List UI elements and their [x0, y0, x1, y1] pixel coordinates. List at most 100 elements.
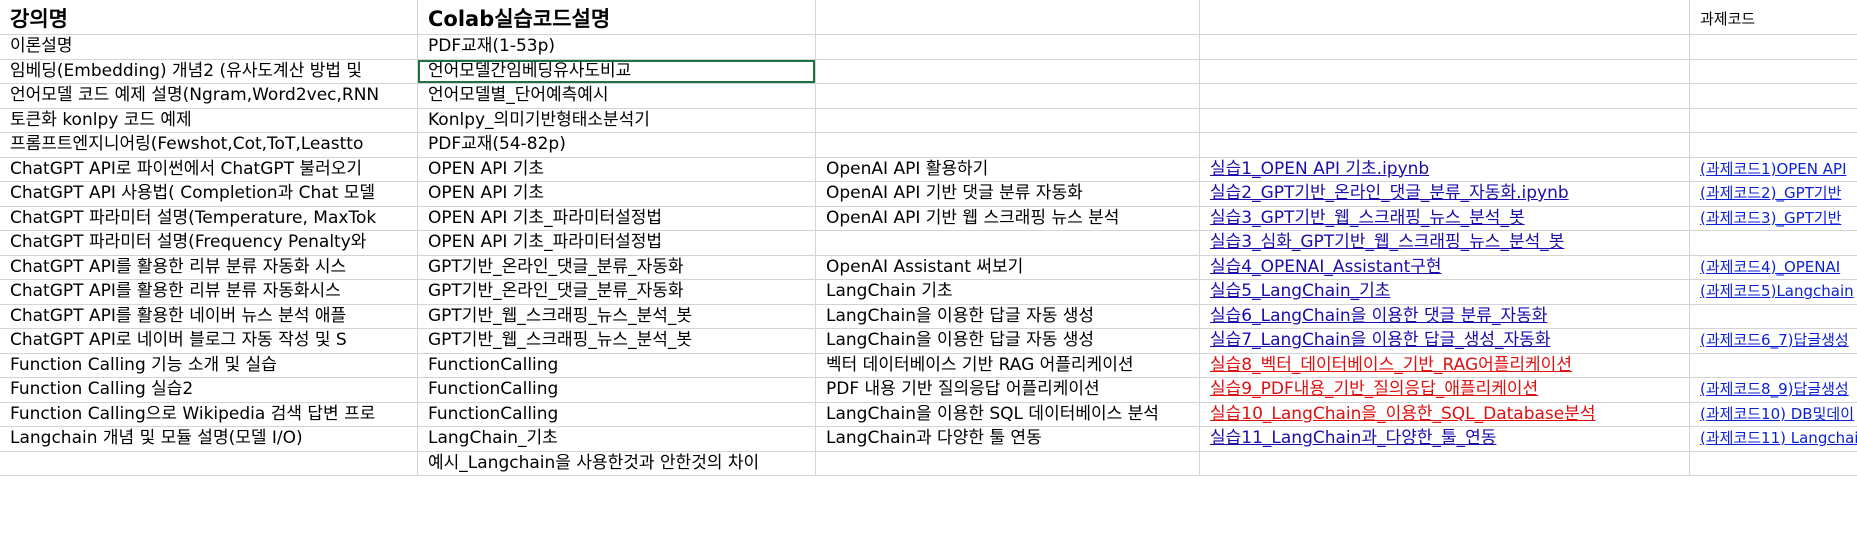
- cell-col-c[interactable]: [816, 59, 1200, 84]
- cell-col-d[interactable]: 실습4_OPENAI_Assistant구현: [1200, 255, 1690, 280]
- cell-col-d[interactable]: 실습1_OPEN API 기초.ipynb: [1200, 157, 1690, 182]
- cell-col-d[interactable]: 실습3_심화_GPT기반_웹_스크래핑_뉴스_분석_봇: [1200, 231, 1690, 256]
- practice-notebook-link[interactable]: 실습10_LangChain을_이용한_SQL_Database분석: [1210, 404, 1596, 424]
- cell-col-c[interactable]: OpenAI API 기반 웹 스크래핑 뉴스 분석: [816, 206, 1200, 231]
- cell-col-d[interactable]: [1200, 59, 1690, 84]
- cell-col-c[interactable]: [816, 231, 1200, 256]
- cell-col-a[interactable]: 프롬프트엔지니어링(Fewshot,Cot,ToT,Leastto: [0, 133, 418, 158]
- cell-col-b[interactable]: GPT기반_웹_스크래핑_뉴스_분석_봇: [418, 329, 816, 354]
- cell-col-e[interactable]: (과제코드5)Langchain: [1690, 280, 1857, 305]
- cell-col-e[interactable]: (과제코드2)_GPT기반: [1690, 182, 1857, 207]
- cell-col-a[interactable]: 임베딩(Embedding) 개념2 (유사도계산 방법 및: [0, 59, 418, 84]
- cell-col-d[interactable]: 실습10_LangChain을_이용한_SQL_Database분석: [1200, 402, 1690, 427]
- cell-col-e[interactable]: (과제코드10) DB및데이: [1690, 402, 1857, 427]
- practice-notebook-link[interactable]: 실습3_GPT기반_웹_스크래핑_뉴스_분석_봇: [1210, 208, 1525, 228]
- cell-col-a[interactable]: [0, 451, 418, 476]
- cell-col-d[interactable]: 실습9_PDF내용_기반_질의응답_애플리케이션: [1200, 378, 1690, 403]
- cell-col-d[interactable]: 실습2_GPT기반_온라인_댓글_분류_자동화.ipynb: [1200, 182, 1690, 207]
- cell-col-c[interactable]: [816, 84, 1200, 109]
- practice-notebook-link[interactable]: 실습2_GPT기반_온라인_댓글_분류_자동화.ipynb: [1210, 183, 1569, 203]
- cell-col-e[interactable]: [1690, 35, 1857, 60]
- practice-notebook-link[interactable]: 실습6_LangChain을 이용한 댓글 분류_자동화: [1210, 306, 1547, 326]
- practice-notebook-link[interactable]: 실습9_PDF내용_기반_질의응답_애플리케이션: [1210, 379, 1538, 399]
- practice-notebook-link[interactable]: 실습7_LangChain을 이용한 답글_생성_자동화: [1210, 330, 1550, 350]
- cell-col-c[interactable]: LangChain과 다양한 툴 연동: [816, 427, 1200, 452]
- cell-col-b[interactable]: FunctionCalling: [418, 378, 816, 403]
- cell-col-e[interactable]: [1690, 231, 1857, 256]
- cell-col-a[interactable]: Function Calling으로 Wikipedia 검색 답변 프로: [0, 402, 418, 427]
- cell-col-b[interactable]: FunctionCalling: [418, 402, 816, 427]
- practice-notebook-link[interactable]: 실습11_LangChain과_다양한_툴_연동: [1210, 428, 1496, 448]
- cell-col-e[interactable]: [1690, 353, 1857, 378]
- assignment-code-link[interactable]: (과제코드5)Langchain: [1700, 282, 1854, 300]
- cell-col-b[interactable]: FunctionCalling: [418, 353, 816, 378]
- cell-col-c[interactable]: PDF 내용 기반 질의응답 어플리케이션: [816, 378, 1200, 403]
- header-cell-colab-description[interactable]: Colab실습코드설명: [418, 0, 816, 35]
- cell-col-a[interactable]: Langchain 개념 및 모듈 설명(모델 I/O): [0, 427, 418, 452]
- cell-col-d[interactable]: [1200, 84, 1690, 109]
- cell-col-b[interactable]: OPEN API 기초: [418, 182, 816, 207]
- cell-col-a[interactable]: 언어모델 코드 예제 설명(Ngram,Word2vec,RNN: [0, 84, 418, 109]
- assignment-code-link[interactable]: (과제코드8_9)답글생성: [1700, 380, 1849, 398]
- cell-col-a[interactable]: ChatGPT API로 파이썬에서 ChatGPT 불러오기: [0, 157, 418, 182]
- cell-col-d[interactable]: 실습5_LangChain_기초: [1200, 280, 1690, 305]
- cell-col-a[interactable]: 이론설명: [0, 35, 418, 60]
- assignment-code-link[interactable]: (과제코드11) Langchain: [1700, 429, 1857, 447]
- cell-col-d[interactable]: 실습11_LangChain과_다양한_툴_연동: [1200, 427, 1690, 452]
- cell-col-b[interactable]: 예시_Langchain을 사용한것과 안한것의 차이: [418, 451, 816, 476]
- practice-notebook-link[interactable]: 실습5_LangChain_기초: [1210, 281, 1390, 301]
- cell-col-c[interactable]: [816, 451, 1200, 476]
- cell-col-a[interactable]: ChatGPT API로 네이버 블로그 자동 작성 및 S: [0, 329, 418, 354]
- cell-col-a[interactable]: ChatGPT API 사용법( Completion과 Chat 모델: [0, 182, 418, 207]
- cell-col-a[interactable]: Function Calling 실습2: [0, 378, 418, 403]
- cell-col-d[interactable]: [1200, 133, 1690, 158]
- cell-col-c[interactable]: OpenAI Assistant 써보기: [816, 255, 1200, 280]
- cell-col-d[interactable]: 실습3_GPT기반_웹_스크래핑_뉴스_분석_봇: [1200, 206, 1690, 231]
- cell-col-d[interactable]: [1200, 108, 1690, 133]
- cell-col-e[interactable]: (과제코드8_9)답글생성: [1690, 378, 1857, 403]
- cell-col-c[interactable]: LangChain 기초: [816, 280, 1200, 305]
- assignment-code-link[interactable]: (과제코드3)_GPT기반: [1700, 209, 1841, 227]
- header-cell-assignment-code[interactable]: 과제코드: [1690, 0, 1857, 35]
- cell-col-d[interactable]: 실습6_LangChain을 이용한 댓글 분류_자동화: [1200, 304, 1690, 329]
- cell-col-a[interactable]: 토큰화 konlpy 코드 예제: [0, 108, 418, 133]
- assignment-code-link[interactable]: (과제코드10) DB및데이: [1700, 405, 1854, 423]
- cell-col-d[interactable]: [1200, 451, 1690, 476]
- cell-col-a[interactable]: Function Calling 기능 소개 및 실습: [0, 353, 418, 378]
- cell-col-b[interactable]: OPEN API 기초_파라미터설정법: [418, 206, 816, 231]
- cell-col-d[interactable]: [1200, 35, 1690, 60]
- cell-col-e[interactable]: (과제코드6_7)답글생성: [1690, 329, 1857, 354]
- assignment-code-link[interactable]: (과제코드6_7)답글생성: [1700, 331, 1849, 349]
- cell-col-e[interactable]: [1690, 133, 1857, 158]
- cell-col-a[interactable]: ChatGPT API를 활용한 리뷰 분류 자동화 시스: [0, 255, 418, 280]
- cell-col-b[interactable]: GPT기반_온라인_댓글_분류_자동화: [418, 280, 816, 305]
- practice-notebook-link[interactable]: 실습3_심화_GPT기반_웹_스크래핑_뉴스_분석_봇: [1210, 232, 1564, 252]
- cell-col-e[interactable]: (과제코드3)_GPT기반: [1690, 206, 1857, 231]
- practice-notebook-link[interactable]: 실습8_벡터_데이터베이스_기반_RAG어플리케이션: [1210, 355, 1572, 375]
- cell-col-d[interactable]: 실습7_LangChain을 이용한 답글_생성_자동화: [1200, 329, 1690, 354]
- cell-col-a[interactable]: ChatGPT API를 활용한 네이버 뉴스 분석 애플: [0, 304, 418, 329]
- cell-col-c[interactable]: LangChain을 이용한 답글 자동 생성: [816, 329, 1200, 354]
- cell-col-c[interactable]: [816, 108, 1200, 133]
- cell-col-e[interactable]: [1690, 59, 1857, 84]
- header-cell-d[interactable]: [1200, 0, 1690, 35]
- cell-col-c[interactable]: LangChain을 이용한 답글 자동 생성: [816, 304, 1200, 329]
- practice-notebook-link[interactable]: 실습4_OPENAI_Assistant구현: [1210, 257, 1442, 277]
- cell-col-d[interactable]: 실습8_벡터_데이터베이스_기반_RAG어플리케이션: [1200, 353, 1690, 378]
- cell-col-e[interactable]: (과제코드4)_OPENAI: [1690, 255, 1857, 280]
- cell-col-e[interactable]: [1690, 108, 1857, 133]
- cell-col-a[interactable]: ChatGPT 파라미터 설명(Temperature, MaxTok: [0, 206, 418, 231]
- cell-col-c[interactable]: 벡터 데이터베이스 기반 RAG 어플리케이션: [816, 353, 1200, 378]
- cell-col-c[interactable]: OpenAI API 활용하기: [816, 157, 1200, 182]
- cell-col-b[interactable]: LangChain_기초: [418, 427, 816, 452]
- cell-col-e[interactable]: [1690, 451, 1857, 476]
- practice-notebook-link[interactable]: 실습1_OPEN API 기초.ipynb: [1210, 159, 1429, 179]
- cell-col-e[interactable]: [1690, 84, 1857, 109]
- cell-col-e[interactable]: [1690, 304, 1857, 329]
- cell-col-b[interactable]: PDF교재(1-53p): [418, 35, 816, 60]
- cell-col-a[interactable]: ChatGPT API를 활용한 리뷰 분류 자동화시스: [0, 280, 418, 305]
- cell-col-b[interactable]: OPEN API 기초_파라미터설정법: [418, 231, 816, 256]
- header-cell-c[interactable]: [816, 0, 1200, 35]
- cell-col-b[interactable]: 언어모델간임베딩유사도비교: [418, 59, 816, 84]
- cell-col-e[interactable]: (과제코드11) Langchain: [1690, 427, 1857, 452]
